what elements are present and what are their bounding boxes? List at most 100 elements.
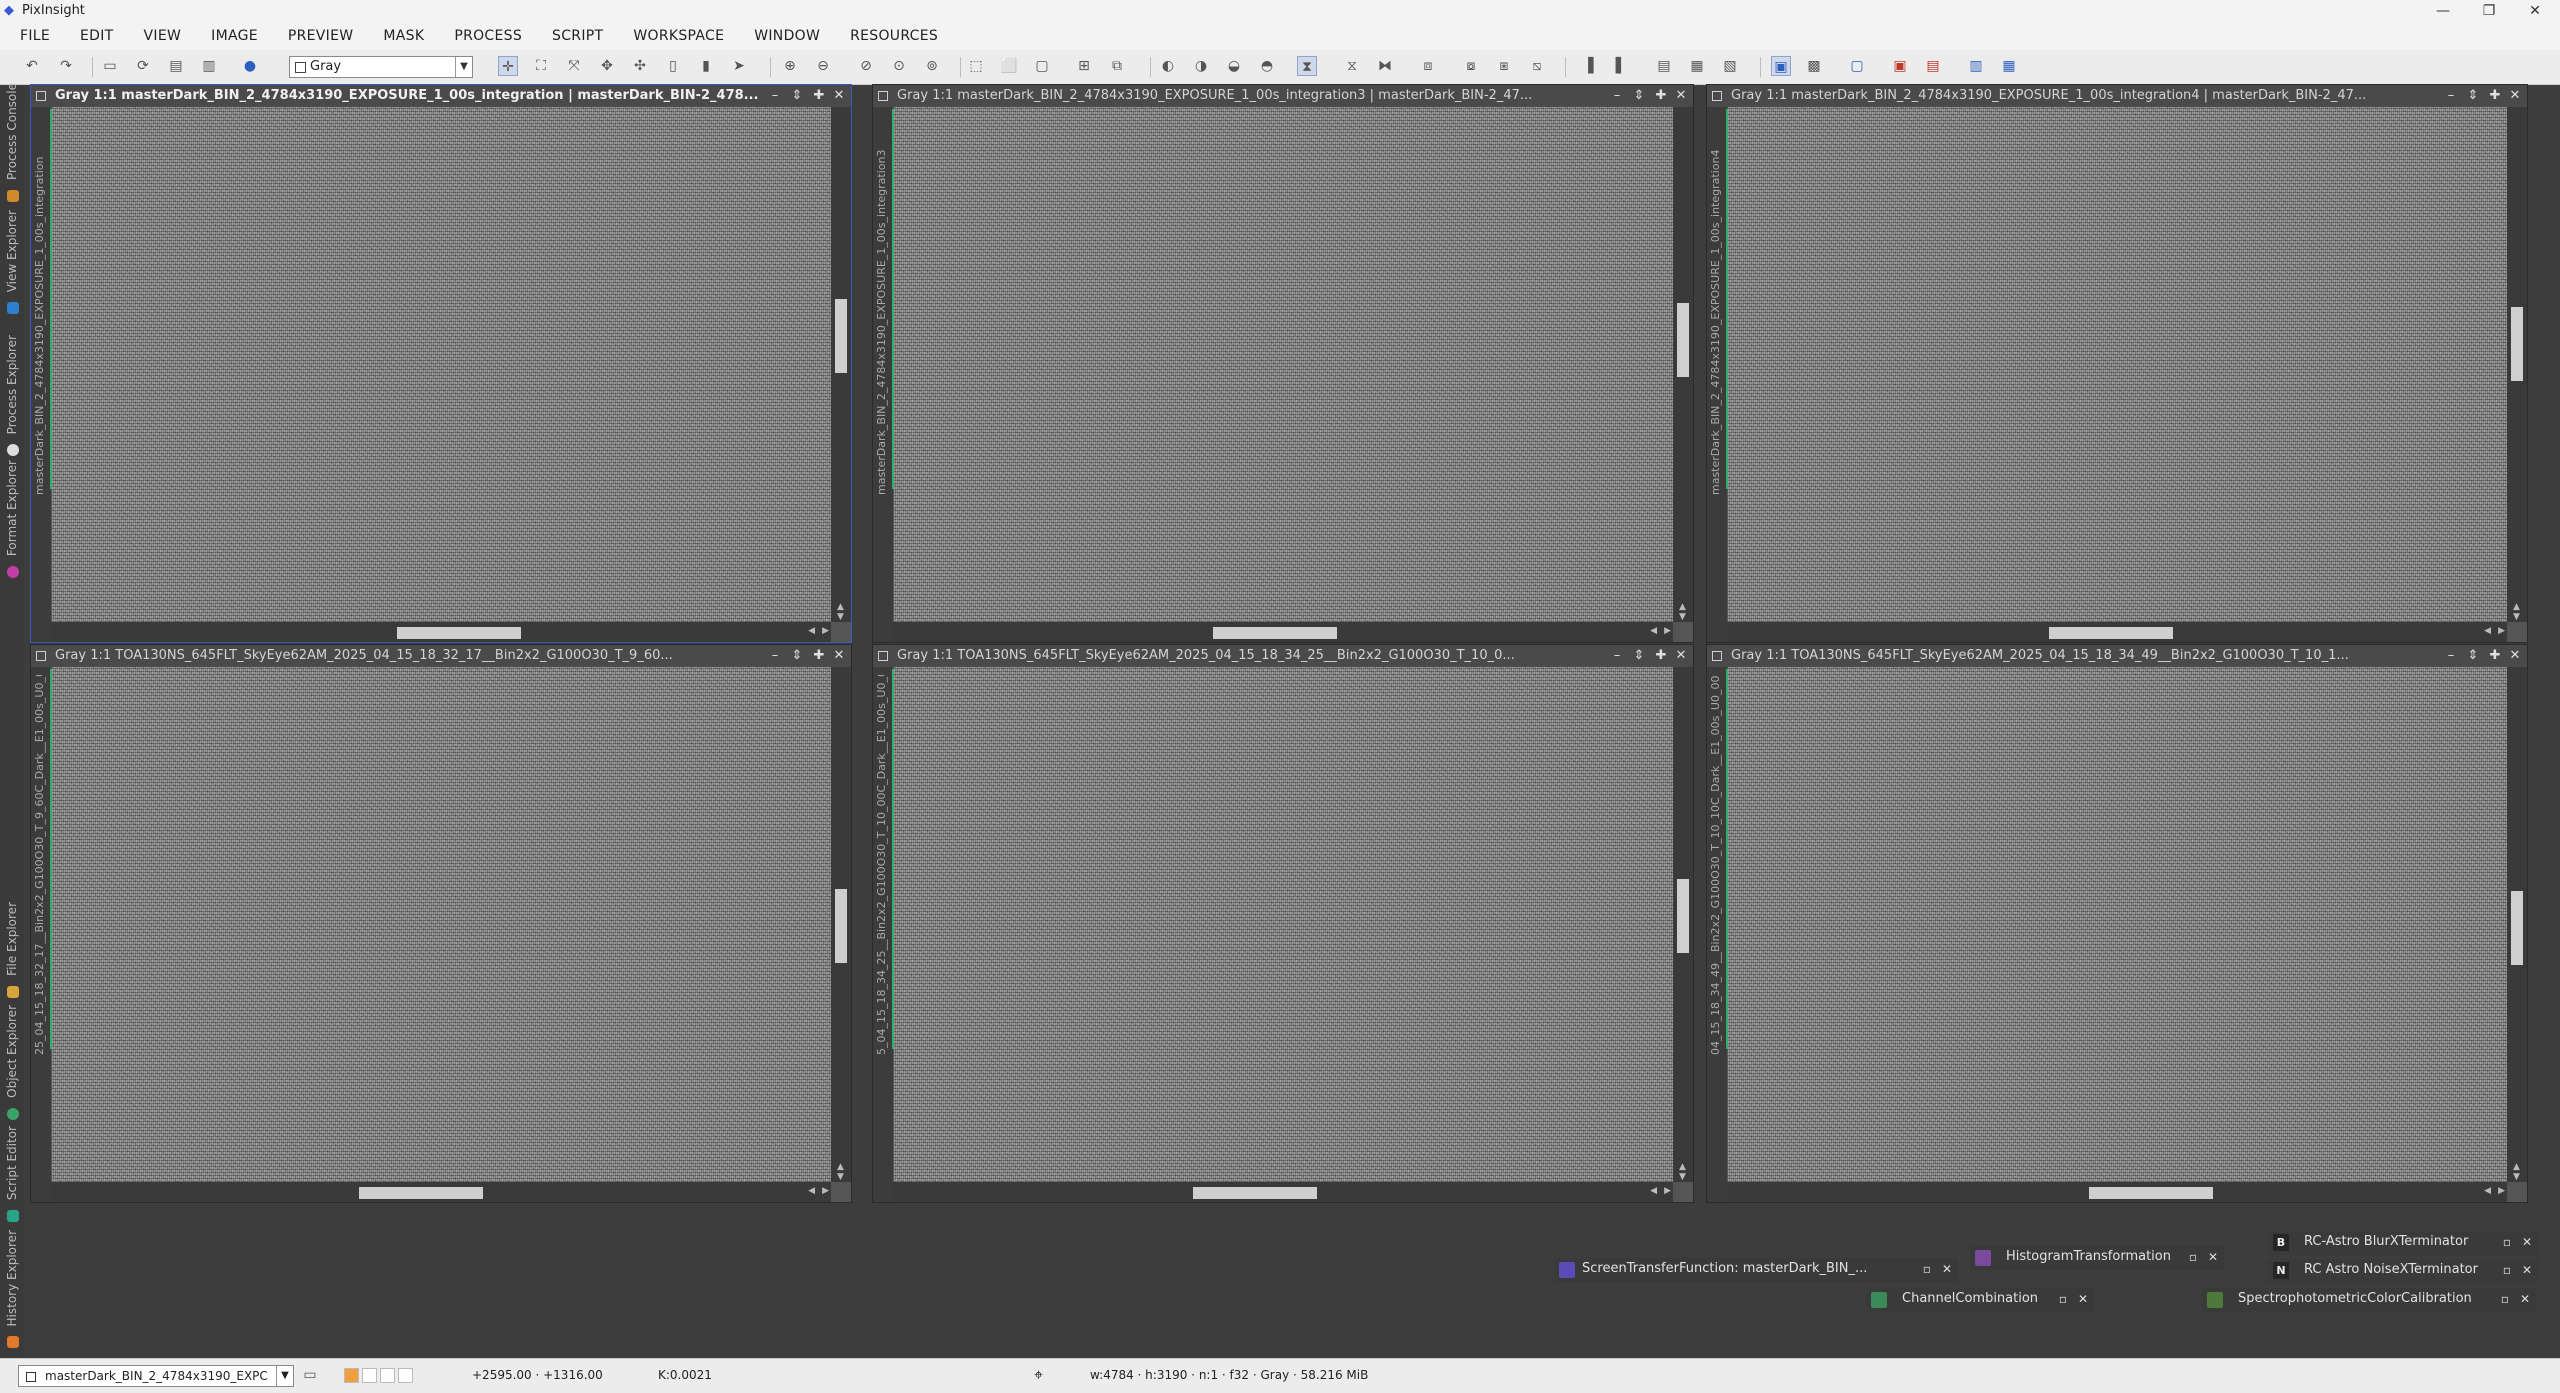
cascade-icon[interactable]: ⧉ <box>1107 56 1127 76</box>
image-window-titlebar[interactable]: Gray 1:1 masterDark_BIN_2_4784x3190_EXPO… <box>31 85 851 107</box>
mask-show-icon[interactable]: ◑ <box>1191 56 1211 76</box>
save-as-icon[interactable]: ▥ <box>199 56 219 76</box>
scroll-thumb[interactable] <box>1677 879 1689 953</box>
menu-mask[interactable]: MASK <box>383 28 424 44</box>
new-preview-icon[interactable]: ⬜ <box>999 56 1019 76</box>
zoom-icon[interactable]: ⊘ <box>856 56 876 76</box>
tile-windows-icon[interactable]: ⊞ <box>1074 56 1094 76</box>
page-icon[interactable]: ▯ <box>663 56 683 76</box>
panel-left-icon[interactable]: ▐ <box>1578 56 1598 76</box>
close-icon[interactable]: ✕ <box>2206 1249 2220 1265</box>
minimize-icon[interactable]: – <box>2443 647 2459 665</box>
shade-icon[interactable]: ⇕ <box>789 87 805 105</box>
scroll-thumb[interactable] <box>2511 891 2523 965</box>
process-icon-channel-combination[interactable]: ChannelCombination ▫ ✕ <box>1866 1288 2094 1312</box>
shade-icon[interactable]: ▫ <box>2500 1234 2514 1250</box>
process-icon-noisexterminator[interactable]: N RC Astro NoiseXTerminator ▫ ✕ <box>2268 1259 2538 1283</box>
close-window-button[interactable]: ✕ <box>2512 0 2558 22</box>
exec-icon[interactable]: ⧇ <box>1461 56 1481 76</box>
window-icon[interactable]: ▥ <box>1966 56 1986 76</box>
color-swatch-2[interactable] <box>362 1368 377 1383</box>
vertical-scrollbar[interactable]: ▲ ▼ <box>831 667 851 1182</box>
view-toggle-icon[interactable]: ▭ <box>300 1365 320 1385</box>
scroll-thumb[interactable] <box>1213 627 1337 639</box>
scroll-thumb[interactable] <box>835 299 847 373</box>
close-icon[interactable]: ✕ <box>2520 1262 2534 1278</box>
image-window-3[interactable]: Gray 1:1 masterDark_BIN_2_4784x3190_EXPO… <box>1706 84 2528 643</box>
image-view[interactable] <box>894 667 1673 1182</box>
image-window-titlebar[interactable]: Gray 1:1 masterDark_BIN_2_4784x3190_EXPO… <box>1707 85 2527 107</box>
process-icon[interactable]: ⧈ <box>1418 56 1438 76</box>
horizontal-scrollbar[interactable]: ◀ ▶ <box>1727 1182 2507 1202</box>
color-swatch-3[interactable] <box>380 1368 395 1383</box>
stf-reset-icon[interactable]: ⧓ <box>1375 56 1395 76</box>
vertical-scrollbar[interactable]: ▲ ▼ <box>1673 667 1693 1182</box>
maximize-icon[interactable]: ✚ <box>2487 87 2503 105</box>
shade-icon[interactable]: ⇕ <box>2465 647 2481 665</box>
mask-icon[interactable]: ◐ <box>1158 56 1178 76</box>
image-view[interactable] <box>52 107 831 622</box>
view-selector[interactable]: Gray ▼ <box>289 56 473 78</box>
maximize-icon[interactable]: ✚ <box>811 647 827 665</box>
horizontal-scrollbar[interactable]: ◀ ▶ <box>51 1182 831 1202</box>
image-view[interactable] <box>894 107 1673 622</box>
panel-icon[interactable]: ▌ <box>1611 56 1631 76</box>
process-icon-histogram-transformation[interactable]: HistogramTransformation ▫ ✕ <box>1970 1246 2224 1270</box>
horizontal-scrollbar[interactable]: ◀ ▶ <box>893 622 1673 642</box>
close-icon[interactable]: ✕ <box>831 87 847 105</box>
zoom-fit-window-icon[interactable]: ⊚ <box>922 56 942 76</box>
tab-process-console[interactable]: Process Console <box>2 83 22 206</box>
image-window-2[interactable]: Gray 1:1 masterDark_BIN_2_4784x3190_EXPO… <box>872 84 1694 643</box>
close-icon[interactable]: ✕ <box>2520 1234 2534 1250</box>
monitor-icon[interactable]: ▣ <box>1771 56 1791 76</box>
menu-script[interactable]: SCRIPT <box>552 28 603 44</box>
image-window-4[interactable]: Gray 1:1 TOA130NS_645FLT_SkyEye62AM_2025… <box>30 644 852 1203</box>
shade-icon[interactable]: ⇕ <box>1631 647 1647 665</box>
image-window-titlebar[interactable]: Gray 1:1 TOA130NS_645FLT_SkyEye62AM_2025… <box>873 645 1693 667</box>
menu-preview[interactable]: PREVIEW <box>288 28 354 44</box>
stf-link-icon[interactable]: ⧖ <box>1342 56 1362 76</box>
minimize-icon[interactable]: – <box>1609 87 1625 105</box>
mask-remove-icon[interactable]: ◓ <box>1257 56 1277 76</box>
close-icon[interactable]: ✕ <box>1673 647 1689 665</box>
horizontal-scrollbar[interactable]: ◀ ▶ <box>51 622 831 642</box>
vertical-scrollbar[interactable]: ▲ ▼ <box>2507 667 2527 1182</box>
tab-view-explorer[interactable]: View Explorer <box>2 208 22 318</box>
image-window-titlebar[interactable]: Gray 1:1 TOA130NS_645FLT_SkyEye62AM_2025… <box>31 645 851 667</box>
monitor-save-icon[interactable]: ▩ <box>1804 56 1824 76</box>
preview-icon[interactable]: ⬚ <box>966 56 986 76</box>
minimize-icon[interactable]: – <box>767 87 783 105</box>
pan-icon[interactable]: ⤧ <box>564 56 584 76</box>
zoom-out-icon[interactable]: ⊖ <box>813 56 833 76</box>
menu-file[interactable]: FILE <box>20 28 50 44</box>
exec-preview-icon[interactable]: ⧅ <box>1527 56 1547 76</box>
zoom-fit-icon[interactable]: ⛶ <box>531 56 551 76</box>
shade-icon[interactable]: ▫ <box>2498 1291 2512 1307</box>
tab-file-explorer[interactable]: File Explorer <box>2 892 22 1002</box>
image-window-1[interactable]: Gray 1:1 masterDark_BIN_2_4784x3190_EXPO… <box>30 84 852 643</box>
process-icon-blurxterminator[interactable]: B RC-Astro BlurXTerminator ▫ ✕ <box>2268 1231 2538 1255</box>
scroll-thumb[interactable] <box>397 627 521 639</box>
tab-object-explorer[interactable]: Object Explorer <box>2 1004 22 1124</box>
color-swatch-4[interactable] <box>398 1368 413 1383</box>
tab-history-explorer[interactable]: History Explorer <box>2 1228 22 1352</box>
stf-auto-icon[interactable]: ⧗ <box>1297 56 1317 76</box>
menu-edit[interactable]: EDIT <box>80 28 114 44</box>
scroll-thumb[interactable] <box>835 889 847 963</box>
redo-icon[interactable]: ↷ <box>56 56 76 76</box>
color-swatch-1[interactable] <box>344 1368 359 1383</box>
pointer-icon[interactable]: ➤ <box>729 56 749 76</box>
close-icon[interactable]: ✕ <box>2507 647 2523 665</box>
mask-invert-icon[interactable]: ◒ <box>1224 56 1244 76</box>
maximize-icon[interactable]: ✚ <box>1653 87 1669 105</box>
exec-global-icon[interactable]: ⧆ <box>1494 56 1514 76</box>
horizontal-scrollbar[interactable]: ◀ ▶ <box>893 1182 1673 1202</box>
scroll-thumb[interactable] <box>2089 1187 2213 1199</box>
process-icon-spcc[interactable]: SpectrophotometricColorCalibration ▫ ✕ <box>2202 1288 2536 1312</box>
scroll-thumb[interactable] <box>1677 303 1689 377</box>
process-icon-screen-transfer-function[interactable]: ScreenTransferFunction: masterDark_BIN_.… <box>1554 1258 1958 1282</box>
shade-icon[interactable]: ▫ <box>2500 1262 2514 1278</box>
tab-format-explorer[interactable]: Format Explorer <box>2 460 22 582</box>
vertical-scrollbar[interactable]: ▲ ▼ <box>831 107 851 622</box>
vertical-scrollbar[interactable]: ▲ ▼ <box>1673 107 1693 622</box>
